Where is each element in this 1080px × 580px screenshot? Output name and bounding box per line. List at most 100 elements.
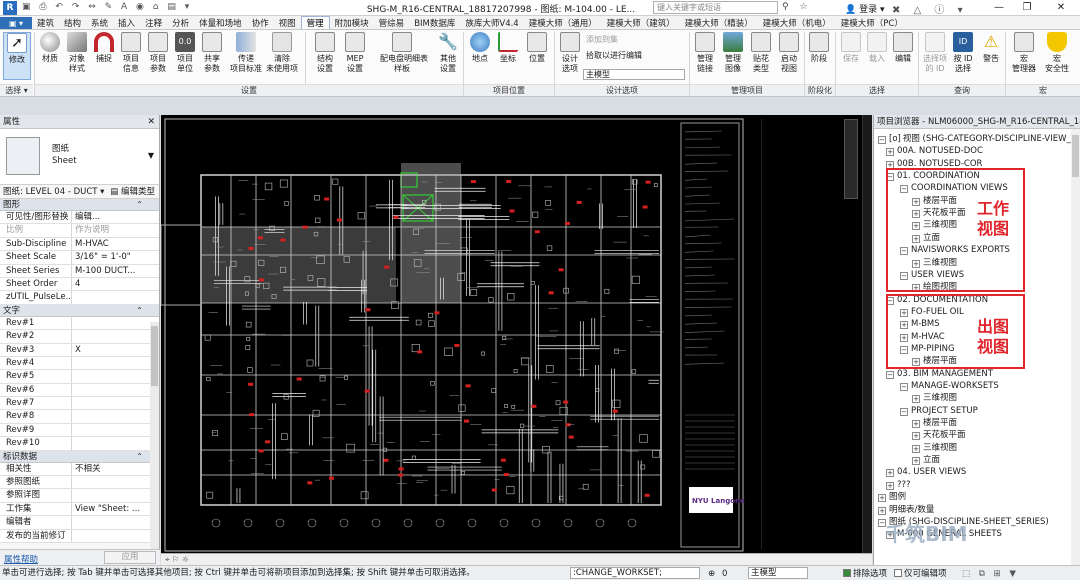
quick-access-toolbar[interactable]: ▣ ⎙ ↶ ↷ ⇔ ✎ A ◉ ⌂ ▤ ▾: [22, 2, 192, 12]
expand-icon[interactable]: +: [878, 494, 886, 503]
tree-item[interactable]: − [o] 视图 (SHG-CATEGORY-DISCIPLINE-VIEW_T: [878, 133, 1076, 145]
starting-view-button[interactable]: 启动 视图: [776, 32, 802, 74]
properties-help-link[interactable]: 属性帮助: [4, 553, 38, 565]
collapse-icon[interactable]: −: [878, 136, 886, 144]
position-button[interactable]: 位置: [524, 32, 550, 64]
property-row[interactable]: 相关性 不相关: [0, 462, 159, 477]
close-icon[interactable]: ✕: [147, 115, 155, 129]
tree-item[interactable]: + 楼层平面: [912, 417, 957, 429]
tab-12[interactable]: BIM数据库: [409, 17, 460, 29]
property-value[interactable]: [72, 489, 159, 501]
macro-manager-button[interactable]: 宏 管理器: [1009, 32, 1039, 74]
property-row[interactable]: Rev#2: [0, 330, 159, 344]
section-text[interactable]: 文字 ⌃: [0, 304, 159, 317]
instance-filter[interactable]: 图纸: LEVEL 04 - DUCT ▾ ▤ 编辑类型: [0, 185, 159, 199]
property-row[interactable]: Rev#8: [0, 410, 159, 424]
design-options-button[interactable]: 设计 选项: [557, 32, 583, 74]
property-row[interactable]: Sheet Series M-100 DUCT...: [0, 264, 159, 278]
manage-images-button[interactable]: 管理 图像: [720, 32, 746, 74]
property-value[interactable]: 不相关: [72, 463, 159, 475]
selection-toggle-icons[interactable]: ⬚ ⧉ ⊞ ▼: [962, 567, 1019, 580]
property-row[interactable]: 可见性/图形替换 编辑...: [0, 211, 159, 225]
tab-4[interactable]: 注释: [140, 17, 167, 29]
macro-security-button[interactable]: 宏 安全性: [1042, 32, 1072, 74]
property-value[interactable]: [72, 424, 159, 436]
tab-2[interactable]: 系统: [86, 17, 113, 29]
property-row[interactable]: 参照详图: [0, 489, 159, 503]
tree-item[interactable]: + 图例: [878, 491, 906, 503]
property-row[interactable]: zUTIL_PulseLe...: [0, 291, 159, 305]
property-value[interactable]: [72, 437, 159, 449]
collapse-icon[interactable]: −: [900, 383, 908, 391]
revit-logo-icon[interactable]: R: [3, 1, 17, 15]
object-styles-button[interactable]: 对象 样式: [64, 32, 90, 74]
tree-item[interactable]: − PROJECT SETUP: [900, 405, 978, 417]
tab-11[interactable]: 管综易: [374, 17, 410, 29]
tree-item[interactable]: +04. USER VIEWS: [886, 466, 966, 478]
property-value[interactable]: 编辑...: [72, 211, 159, 223]
location-button[interactable]: 地点: [467, 32, 493, 64]
tab-10[interactable]: 附加模块: [330, 17, 374, 29]
tab-15[interactable]: 建模大师（建筑）: [602, 17, 680, 29]
edit-type-button[interactable]: ▤ 编辑类型: [110, 185, 155, 199]
shared-params-button[interactable]: 共享 参数: [199, 32, 225, 74]
login-button[interactable]: 👤 登录 ▾: [845, 2, 885, 15]
property-row[interactable]: Rev#1: [0, 316, 159, 331]
minimize-button[interactable]: —: [986, 0, 1012, 16]
tree-item[interactable]: +00A. NOTUSED-DOC: [886, 145, 983, 157]
property-value[interactable]: M-HVAC: [72, 238, 159, 250]
purge-unused-button[interactable]: 清除 未使用项: [266, 32, 298, 74]
editable-only-checkbox[interactable]: 仅可编辑项: [894, 567, 947, 580]
property-value[interactable]: [72, 357, 159, 369]
property-row[interactable]: Rev#3 X: [0, 343, 159, 357]
property-row[interactable]: Sheet Scale 3/16" = 1'-0": [0, 251, 159, 265]
property-row[interactable]: 参照图纸: [0, 476, 159, 490]
property-value[interactable]: [72, 370, 159, 382]
tab-14[interactable]: 建模大师（通用）: [524, 17, 602, 29]
view-control-bar[interactable]: ⌖ ⚐ ☼: [161, 553, 872, 565]
property-value[interactable]: 作为说明: [72, 224, 159, 236]
expand-icon[interactable]: +: [886, 148, 894, 157]
expand-icon[interactable]: +: [912, 395, 920, 404]
structural-settings-button[interactable]: 结构 设置: [312, 32, 338, 74]
tree-item[interactable]: + 天花板平面: [912, 429, 966, 441]
tab-7[interactable]: 协作: [247, 17, 274, 29]
maximize-button[interactable]: ❐: [1014, 0, 1040, 16]
worksets-icon[interactable]: ⊕: [708, 567, 715, 580]
tab-0[interactable]: 建筑: [32, 17, 59, 29]
edit-selection-button[interactable]: 编辑: [890, 32, 916, 64]
chevron-down-icon[interactable]: ▼: [148, 151, 154, 160]
panel-schedule-templates-button[interactable]: 配电盘明细表 样板: [380, 32, 428, 74]
tab-3[interactable]: 插入: [113, 17, 140, 29]
group-select-label[interactable]: 选择 ▾: [0, 84, 33, 96]
ids-of-selection-button[interactable]: 选择项 的 ID: [922, 32, 948, 74]
canvas-vertical-scrollbar[interactable]: [862, 115, 872, 553]
tab-13[interactable]: 族库大师V4.4: [460, 17, 523, 29]
browser-scrollbar[interactable]: [1071, 129, 1080, 565]
select-by-id-button[interactable]: ID 按 ID 选择: [950, 32, 976, 74]
property-row[interactable]: Rev#10: [0, 437, 159, 451]
tree-item[interactable]: −03. BIM MANAGEMENT: [886, 368, 993, 380]
tab-16[interactable]: 建模大师（精装）: [680, 17, 758, 29]
save-selection-button[interactable]: 保存: [838, 32, 864, 64]
infocenter-icons[interactable]: ⚲ ☆: [782, 2, 812, 12]
property-row[interactable]: Rev#4: [0, 356, 159, 371]
pick-to-edit-button[interactable]: 拾取以进行编辑: [586, 51, 642, 61]
file-tab[interactable]: ▣ ▾: [0, 17, 32, 29]
tree-item[interactable]: + 明细表/数量: [878, 504, 934, 516]
exclude-options-checkbox[interactable]: 排除选项: [843, 567, 887, 580]
property-value[interactable]: [72, 530, 159, 542]
tab-18[interactable]: 建模大师（PC）: [836, 17, 908, 29]
workset-select[interactable]: :CHANGE_WORKSET;: [570, 567, 700, 579]
tree-item[interactable]: − MANAGE-WORKSETS: [900, 380, 999, 392]
scroll-thumb[interactable]: [151, 326, 158, 386]
property-value[interactable]: M-100 DUCT...: [72, 265, 159, 277]
section-graphics[interactable]: 图形 ⌃: [0, 199, 159, 211]
property-value[interactable]: View "Sheet: ...: [72, 503, 159, 515]
project-units-button[interactable]: 0.0 项目 单位: [172, 32, 198, 74]
search-input[interactable]: 键入关键字或短语: [653, 1, 778, 14]
decal-types-button[interactable]: 贴花 类型: [748, 32, 774, 74]
apply-button[interactable]: 应用: [104, 551, 156, 564]
design-option-select[interactable]: 主模型: [583, 69, 685, 80]
tab-9[interactable]: 管理: [300, 16, 330, 29]
